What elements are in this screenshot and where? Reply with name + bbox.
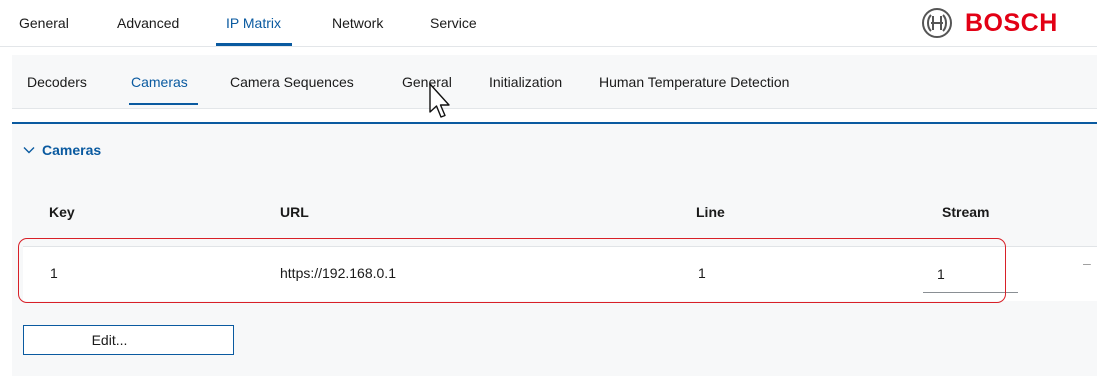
- cameras-panel: Cameras Key URL Line Stream 1 https://19…: [12, 122, 1097, 376]
- tab-service[interactable]: Service: [430, 15, 477, 31]
- chevron-down-icon: [23, 147, 35, 154]
- subtab-camera-sequences[interactable]: Camera Sequences: [230, 74, 354, 90]
- tab-advanced[interactable]: Advanced: [117, 15, 179, 31]
- bosch-logo: BOSCH: [921, 6, 1058, 40]
- column-header-line: Line: [696, 204, 725, 220]
- tab-network[interactable]: Network: [332, 15, 383, 31]
- stream-value: 1: [937, 266, 945, 282]
- subtab-initialization[interactable]: Initialization: [489, 74, 562, 90]
- stream-input[interactable]: 1: [923, 254, 1018, 293]
- edit-button[interactable]: Edit...: [23, 325, 234, 355]
- cameras-section-toggle[interactable]: Cameras: [22, 142, 101, 158]
- top-navigation: General Advanced IP Matrix Network Servi…: [0, 0, 1097, 47]
- active-subtab-indicator: [129, 103, 198, 105]
- bosch-armature-icon: [922, 8, 952, 38]
- sub-navigation: Decoders Cameras Camera Sequences Genera…: [12, 55, 1097, 109]
- cell-url: https://192.168.0.1: [280, 265, 396, 281]
- edit-button-label: Edit...: [91, 332, 128, 348]
- tab-general[interactable]: General: [19, 15, 69, 31]
- cell-line: 1: [698, 265, 706, 281]
- tab-ip-matrix[interactable]: IP Matrix: [226, 15, 281, 31]
- subtab-human-temperature-detection[interactable]: Human Temperature Detection: [599, 74, 789, 90]
- column-header-stream: Stream: [942, 204, 990, 220]
- column-header-key: Key: [49, 204, 75, 220]
- column-header-url: URL: [280, 204, 309, 220]
- subtab-decoders[interactable]: Decoders: [27, 74, 87, 90]
- brand-name: BOSCH: [965, 8, 1058, 37]
- section-title: Cameras: [42, 142, 102, 158]
- cell-key: 1: [50, 265, 58, 281]
- table-row[interactable]: 1 https://192.168.0.1 1 1 –: [23, 246, 1097, 301]
- mouse-cursor-icon: [429, 83, 450, 118]
- subtab-cameras[interactable]: Cameras: [131, 74, 188, 90]
- row-trailing-mark: –: [1083, 255, 1091, 271]
- active-tab-indicator: [216, 43, 292, 46]
